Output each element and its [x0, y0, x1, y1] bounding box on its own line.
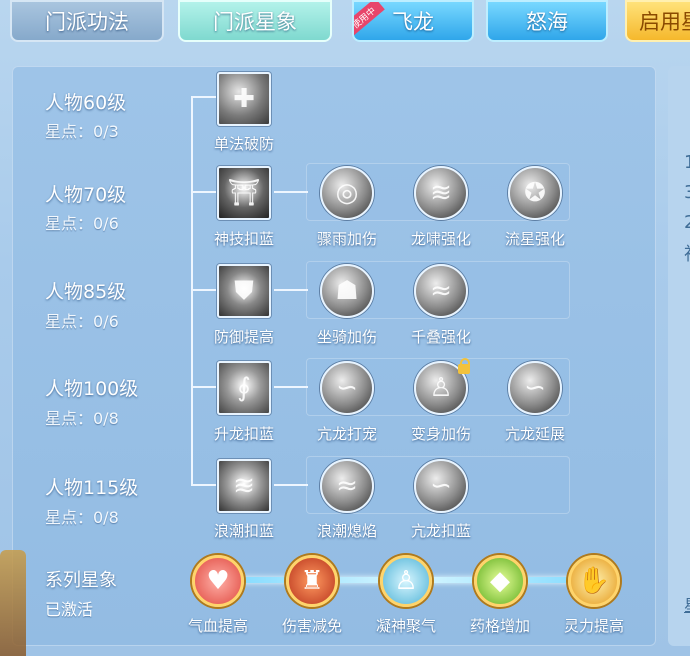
tab-feilong-label: 飞龙 — [392, 10, 434, 34]
dragon-mana-label: 亢龙扣蓝 — [410, 522, 471, 540]
meteor-icon: ✪ — [524, 178, 546, 208]
layered-boost-label: 千叠强化 — [410, 328, 471, 346]
tide-mana-skill[interactable]: ≋ — [217, 459, 271, 513]
dragon-roar-label: 龙啸强化 — [410, 230, 471, 248]
gem-icon: ◆ — [490, 566, 510, 596]
warrior-icon: ♜ — [300, 566, 324, 596]
divine-skill-mana-skill[interactable]: ⛩ — [217, 166, 271, 220]
dragon-mana-skill[interactable]: ∽ — [414, 459, 468, 513]
decorative-statue — [0, 550, 26, 656]
right-text-1: 1 — [684, 152, 690, 173]
meteor-skill[interactable]: ✪ — [508, 166, 562, 220]
tree-branch-4 — [191, 386, 217, 388]
level-60-stars: 星点：0/3 — [45, 122, 119, 141]
level-115-title: 人物115级 — [45, 477, 139, 499]
tide-mana-label: 浪潮扣蓝 — [213, 522, 274, 540]
sword-icon: ✚ — [233, 84, 255, 114]
dragon-claw-icon: ≋ — [430, 178, 452, 208]
dragon-icon: ∽ — [524, 373, 546, 403]
single-spell-pierce-skill[interactable]: ✚ — [217, 72, 271, 126]
meteor-label: 流星强化 — [504, 230, 565, 248]
right-text-4: 神 — [684, 240, 690, 266]
rising-dragon-mana-label: 升龙扣蓝 — [213, 425, 274, 443]
tree-trunk — [191, 96, 193, 486]
right-link[interactable]: 星 — [684, 592, 690, 616]
medicine-slot-label: 药格增加 — [469, 617, 530, 635]
dragon-pet-strike-label: 亢龙打宠 — [316, 425, 377, 443]
tree-branch-2 — [191, 191, 217, 193]
medicine-slot-series[interactable]: ◆ — [474, 555, 526, 607]
heart-icon: ♥ — [206, 566, 230, 596]
storm-damage-label: 骤雨加伤 — [316, 230, 377, 248]
wave-icon: ≈ — [336, 471, 358, 501]
right-text-3: 2 — [684, 212, 690, 233]
divine-skill-mana-label: 神技扣蓝 — [213, 230, 274, 248]
damage-reduce-series[interactable]: ♜ — [286, 555, 338, 607]
tide-extinguish-skill[interactable]: ≈ — [320, 459, 374, 513]
level-115-stars: 星点：0/8 — [45, 508, 119, 527]
level-60-title: 人物60级 — [45, 92, 127, 114]
enable-star-button[interactable]: 启用星 — [625, 0, 690, 42]
branch-link-70 — [274, 191, 308, 193]
shield-icon: ⛊ — [234, 275, 254, 306]
tree-branch-5 — [191, 484, 217, 486]
dragon-extend-skill[interactable]: ∽ — [508, 361, 562, 415]
branch-link-85 — [274, 289, 308, 291]
storm-damage-skill[interactable]: ◎ — [320, 166, 374, 220]
level-85-title: 人物85级 — [45, 281, 127, 303]
layered-boost-skill[interactable]: ≈ — [414, 264, 468, 318]
hp-boost-label: 气血提高 — [187, 617, 248, 635]
level-100-title: 人物100级 — [45, 378, 139, 400]
meditation-icon: ♙ — [394, 566, 418, 596]
pagoda-icon: ⛩ — [227, 178, 261, 208]
series-stars-status: 已激活 — [45, 600, 94, 619]
dragon-extend-label: 亢龙延展 — [504, 425, 565, 443]
in-use-badge: 使用中 — [354, 2, 385, 38]
tree-branch-3 — [191, 289, 217, 291]
lock-icon — [458, 358, 470, 374]
swirl-icon: ◎ — [335, 178, 359, 208]
spirit-boost-series[interactable]: ✋ — [568, 555, 620, 607]
focus-series[interactable]: ♙ — [380, 555, 432, 607]
branch-link-115 — [274, 484, 308, 486]
level-85-stars: 星点：0/6 — [45, 312, 119, 331]
transform-damage-label: 变身加伤 — [410, 425, 471, 443]
tab-feilong[interactable]: 使用中 飞龙 — [352, 0, 474, 42]
beast-icon: ☗ — [335, 276, 359, 306]
hp-boost-series[interactable]: ♥ — [192, 555, 244, 607]
tide-extinguish-label: 浪潮熄焰 — [316, 522, 377, 540]
mount-damage-label: 坐骑加伤 — [316, 328, 377, 346]
tab-sect-skills[interactable]: 门派功法 — [10, 0, 164, 42]
dragon-icon: ∽ — [336, 373, 358, 403]
tab-sect-stars[interactable]: 门派星象 — [178, 0, 332, 42]
tab-nuhai[interactable]: 怒海 — [486, 0, 608, 42]
wave-icon: ≋ — [233, 471, 255, 501]
single-spell-pierce-label: 单法破防 — [213, 135, 274, 153]
defense-up-skill[interactable]: ⛊ — [217, 264, 271, 318]
series-stars-label: 系列星象 — [45, 570, 117, 591]
right-text-2: 3 — [684, 182, 690, 203]
dragon-icon: ∽ — [430, 471, 452, 501]
level-70-stars: 星点：0/6 — [45, 214, 119, 233]
spirit-boost-label: 灵力提高 — [563, 617, 624, 635]
level-70-title: 人物70级 — [45, 184, 127, 206]
dragon-icon: ∮ — [237, 373, 251, 403]
dragon-roar-skill[interactable]: ≋ — [414, 166, 468, 220]
wave-icon: ≈ — [430, 276, 452, 306]
mount-damage-skill[interactable]: ☗ — [320, 264, 374, 318]
level-100-stars: 星点：0/8 — [45, 409, 119, 428]
damage-reduce-label: 伤害减免 — [281, 617, 342, 635]
defense-up-label: 防御提高 — [213, 328, 274, 346]
tree-branch-1 — [191, 96, 217, 98]
star-panel — [12, 66, 656, 646]
hand-spark-icon: ✋ — [577, 566, 611, 596]
rising-dragon-mana-skill[interactable]: ∮ — [217, 361, 271, 415]
dragon-pet-strike-skill[interactable]: ∽ — [320, 361, 374, 415]
branch-link-100 — [274, 386, 308, 388]
focus-label: 凝神聚气 — [375, 617, 436, 635]
